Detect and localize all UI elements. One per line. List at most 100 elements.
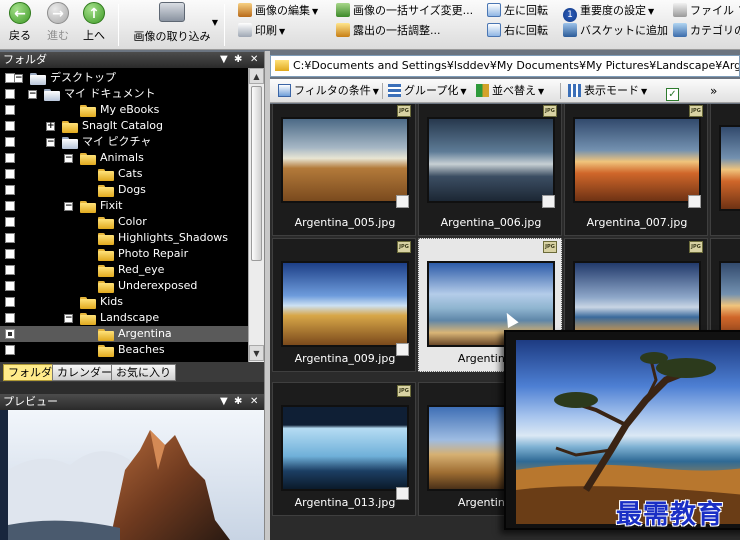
batch-resize-button[interactable]: 画像の一括サイズ変更... bbox=[336, 2, 473, 20]
tree-item[interactable]: Photo Repair bbox=[0, 246, 248, 262]
collapse-icon[interactable]: − bbox=[46, 138, 55, 147]
tree-checkbox[interactable] bbox=[5, 153, 15, 163]
tree-item[interactable]: − Fixit bbox=[0, 198, 248, 214]
tree-checkbox[interactable] bbox=[5, 217, 15, 227]
tree-item[interactable]: Beaches bbox=[0, 342, 248, 358]
add-to-basket-button[interactable]: バスケットに追加 bbox=[563, 22, 668, 40]
tree-checkbox[interactable] bbox=[5, 313, 15, 323]
close-icon[interactable]: ✕ bbox=[250, 52, 258, 68]
set-importance-button[interactable]: 1 重要度の設定 ▼ bbox=[563, 2, 654, 22]
tree-checkbox[interactable] bbox=[5, 233, 15, 243]
folder-tree: − デスクトップ − マイ ドキュメント My eBooks + SnagIt Catalo… bbox=[0, 68, 248, 362]
dropdown-caret-icon[interactable]: ▼ bbox=[212, 18, 218, 27]
tree-item[interactable]: Underexposed bbox=[0, 278, 248, 294]
folder-icon bbox=[62, 121, 78, 133]
panel-menu-icon[interactable]: ▼ bbox=[220, 394, 228, 410]
tree-checkbox[interactable] bbox=[5, 201, 15, 211]
tree-item[interactable]: − デスクトップ bbox=[0, 70, 248, 86]
more-chevron-icon[interactable]: » bbox=[710, 82, 717, 100]
panel-menu-icon[interactable]: ▼ bbox=[220, 52, 228, 68]
tree-checkbox[interactable] bbox=[5, 185, 15, 195]
view-mode-button[interactable]: 表示モード ▼ bbox=[568, 82, 647, 100]
tree-item[interactable]: − マイ ドキュメント bbox=[0, 86, 248, 102]
tree-item[interactable]: − マイ ピクチャ bbox=[0, 134, 248, 150]
tree-item[interactable]: Kids bbox=[0, 294, 248, 310]
scroll-down-icon[interactable]: ▼ bbox=[249, 345, 264, 361]
tree-item[interactable]: Argentina bbox=[0, 326, 248, 342]
up-label: 上へ bbox=[83, 29, 105, 42]
scroll-up-icon[interactable]: ▲ bbox=[249, 68, 264, 84]
checkmark-toggle[interactable]: ✓ bbox=[666, 82, 682, 101]
close-icon[interactable]: ✕ bbox=[250, 394, 258, 410]
tree-checkbox[interactable] bbox=[5, 169, 15, 179]
tab-folder[interactable]: フォルダ bbox=[3, 364, 57, 381]
thumbnail-cell[interactable] bbox=[710, 104, 740, 236]
tree-checkbox[interactable] bbox=[5, 137, 15, 147]
folder-tree-scrollbar[interactable]: ▲ ▼ bbox=[248, 68, 264, 362]
tree-checkbox[interactable] bbox=[5, 265, 15, 275]
view-mode-icon bbox=[568, 84, 581, 97]
collapse-icon[interactable]: − bbox=[14, 74, 23, 83]
tree-item[interactable]: − Animals bbox=[0, 150, 248, 166]
tab-favorites[interactable]: お気に入り bbox=[111, 364, 176, 381]
thumbnail-filename: Argentina_005.jpg bbox=[294, 216, 396, 229]
edit-image-button[interactable]: 画像の編集 ▼ bbox=[238, 2, 318, 20]
thumbnail-cell[interactable]: JPG Argentina_007.jpg bbox=[564, 104, 708, 236]
select-checkbox[interactable] bbox=[688, 195, 701, 208]
pin-icon[interactable]: ✱ bbox=[234, 394, 242, 410]
up-button[interactable]: ↑ 上へ bbox=[76, 2, 112, 48]
collapse-icon[interactable]: − bbox=[64, 314, 73, 323]
sort-button[interactable]: 並べ替え ▼ bbox=[476, 82, 544, 100]
thumbnail-image bbox=[427, 117, 555, 203]
rotate-left-label: 左に回転 bbox=[504, 4, 548, 17]
tree-item[interactable]: − Landscape bbox=[0, 310, 248, 326]
resize-label: 画像の一括サイズ変更... bbox=[353, 4, 474, 17]
rotate-left-button[interactable]: 左に回転 bbox=[487, 2, 548, 20]
rotate-right-button[interactable]: 右に回転 bbox=[487, 22, 548, 40]
tree-checkbox[interactable] bbox=[5, 329, 15, 339]
tree-checkbox[interactable] bbox=[5, 249, 15, 259]
tree-item[interactable]: Cats bbox=[0, 166, 248, 182]
thumbnail-filename: Argentina_007.jpg bbox=[586, 216, 688, 229]
tree-item[interactable]: My eBooks bbox=[0, 102, 248, 118]
tree-checkbox[interactable] bbox=[5, 281, 15, 291]
thumbnail-cell[interactable]: JPG Argentina_009.jpg bbox=[272, 238, 416, 372]
tree-checkbox[interactable] bbox=[5, 297, 15, 307]
tree-item[interactable]: Color bbox=[0, 214, 248, 230]
tree-item[interactable]: Red_eye bbox=[0, 262, 248, 278]
up-arrow-icon: ↑ bbox=[83, 2, 105, 24]
tree-checkbox[interactable] bbox=[5, 105, 15, 115]
tree-item[interactable]: Highlights_Shadows bbox=[0, 230, 248, 246]
back-label: 戻る bbox=[9, 29, 31, 42]
collapse-icon[interactable]: − bbox=[64, 154, 73, 163]
select-checkbox[interactable] bbox=[542, 195, 555, 208]
batch-exposure-button[interactable]: 露出の一括調整... bbox=[336, 22, 441, 40]
tree-checkbox[interactable] bbox=[5, 345, 15, 355]
thumbnail-cell[interactable]: JPG Argentina_005.jpg bbox=[272, 104, 416, 236]
expand-icon[interactable]: + bbox=[46, 122, 55, 131]
tree-item[interactable]: Dogs bbox=[0, 182, 248, 198]
filter-button[interactable]: フィルタの条件 ▼ bbox=[278, 82, 379, 100]
tab-calendar[interactable]: カレンダー bbox=[52, 364, 117, 381]
tree-checkbox[interactable] bbox=[5, 89, 15, 99]
resize-icon bbox=[336, 3, 350, 17]
folder-icon bbox=[98, 169, 114, 181]
collapse-icon[interactable]: − bbox=[28, 90, 37, 99]
path-bar[interactable]: C:¥Documents and Settings¥lsddev¥My Docu… bbox=[270, 55, 740, 77]
import-images-button[interactable]: 画像の取り込み ▼ bbox=[124, 2, 220, 48]
tree-checkbox[interactable] bbox=[5, 121, 15, 131]
select-checkbox[interactable] bbox=[396, 195, 409, 208]
pin-icon[interactable]: ✱ bbox=[234, 52, 242, 68]
forward-button[interactable]: → 進む bbox=[40, 2, 76, 48]
print-button[interactable]: 印刷 ▼ bbox=[238, 22, 285, 40]
tree-item[interactable]: + SnagIt Catalog bbox=[0, 118, 248, 134]
back-button[interactable]: ← 戻る bbox=[2, 2, 38, 48]
file-button[interactable]: ファイル フ bbox=[673, 2, 740, 20]
thumbnail-cell[interactable]: JPG Argentina_013.jpg bbox=[272, 382, 416, 516]
thumbnail-cell[interactable]: JPG Argentina_006.jpg bbox=[418, 104, 562, 236]
scrollbar-thumb[interactable] bbox=[251, 86, 262, 261]
collapse-icon[interactable]: − bbox=[64, 202, 73, 211]
panel-gap bbox=[0, 382, 264, 394]
group-button[interactable]: グループ化 ▼ bbox=[388, 82, 467, 100]
category-button[interactable]: カテゴリの設 bbox=[673, 22, 740, 40]
